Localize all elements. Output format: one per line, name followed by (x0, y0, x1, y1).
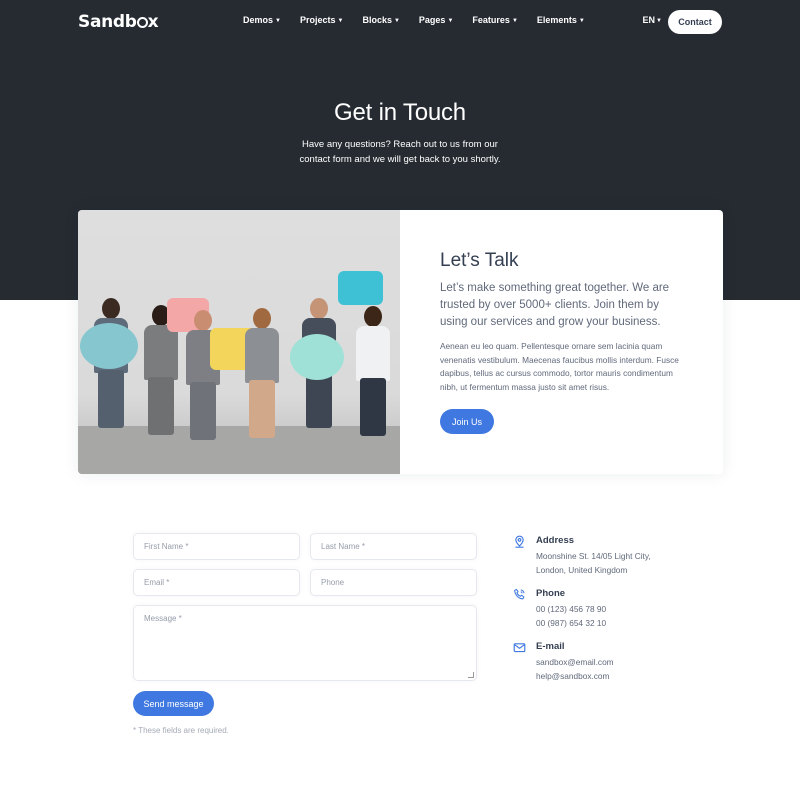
phone-icon (514, 588, 525, 600)
section-title: Let’s Talk (440, 250, 519, 271)
menu-item-demos[interactable]: Demos ▼ (243, 15, 281, 25)
address-line: London, United Kingdom (536, 565, 628, 575)
menu-item-features[interactable]: Features ▼ (472, 15, 517, 25)
resize-handle-icon[interactable] (468, 672, 474, 678)
email-address[interactable]: help@sandbox.com (536, 671, 609, 681)
logo[interactable]: Sandb x (78, 12, 159, 32)
chevron-down-icon: ▼ (393, 18, 400, 24)
language-selector[interactable]: EN▼ (643, 15, 662, 25)
menu-item-elements[interactable]: Elements ▼ (537, 15, 585, 25)
team-photo (78, 210, 400, 474)
last-name-field[interactable]: Last Name * (310, 533, 477, 560)
phone-number[interactable]: 00 (123) 456 78 90 (536, 604, 606, 614)
chevron-down-icon: ▼ (656, 18, 662, 24)
page-subtitle: Have any questions? Reach out to us from… (299, 139, 501, 165)
menu-item-blocks[interactable]: Blocks ▼ (362, 15, 399, 25)
address-title: Address (536, 535, 575, 546)
first-name-field[interactable]: First Name * (133, 533, 300, 560)
main-menu: Demos ▼ Projects ▼ Blocks ▼ Pages ▼ Features… (243, 15, 604, 25)
section-lead: Let’s make something great together. We … (440, 282, 670, 328)
chevron-down-icon: ▼ (447, 18, 454, 24)
menu-item-projects[interactable]: Projects ▼ (300, 15, 343, 25)
section-body: Aenean eu leo quam. Pellentesque ornare … (440, 341, 679, 392)
chevron-down-icon: ▼ (511, 18, 518, 24)
required-note: * These fields are required. (133, 726, 229, 735)
phone-title: Phone (536, 588, 566, 599)
email-title: E-mail (536, 641, 565, 652)
email-address[interactable]: sandbox@email.com (536, 657, 614, 667)
send-message-button[interactable]: Send message (133, 691, 214, 716)
phone-number[interactable]: 00 (987) 654 32 10 (536, 618, 606, 628)
menu-item-pages[interactable]: Pages ▼ (419, 15, 453, 25)
speech-bubble-mint (290, 334, 344, 380)
page-title: Get in Touch (334, 99, 466, 126)
contact-button[interactable]: Contact (668, 10, 722, 34)
lets-talk-card: Let’s Talk Let’s make something great to… (78, 210, 723, 474)
address-line: Moonshine St. 14/05 Light City, (536, 551, 651, 561)
chevron-down-icon: ▼ (337, 18, 344, 24)
message-field[interactable]: Message * (133, 605, 477, 681)
chevron-down-icon: ▼ (275, 18, 281, 24)
phone-field[interactable]: Phone (310, 569, 477, 596)
speech-bubble-blue (80, 323, 138, 369)
join-us-button[interactable]: Join Us (440, 409, 494, 434)
envelope-icon (513, 643, 526, 653)
chevron-down-icon: ▼ (578, 18, 585, 24)
location-pin-icon (515, 535, 524, 548)
speech-bubble-teal (338, 271, 383, 305)
email-field[interactable]: Email * (133, 569, 300, 596)
navbar: Sandb x Demos ▼ Projects ▼ Blocks ▼ Pages ▼ F… (78, 10, 722, 34)
